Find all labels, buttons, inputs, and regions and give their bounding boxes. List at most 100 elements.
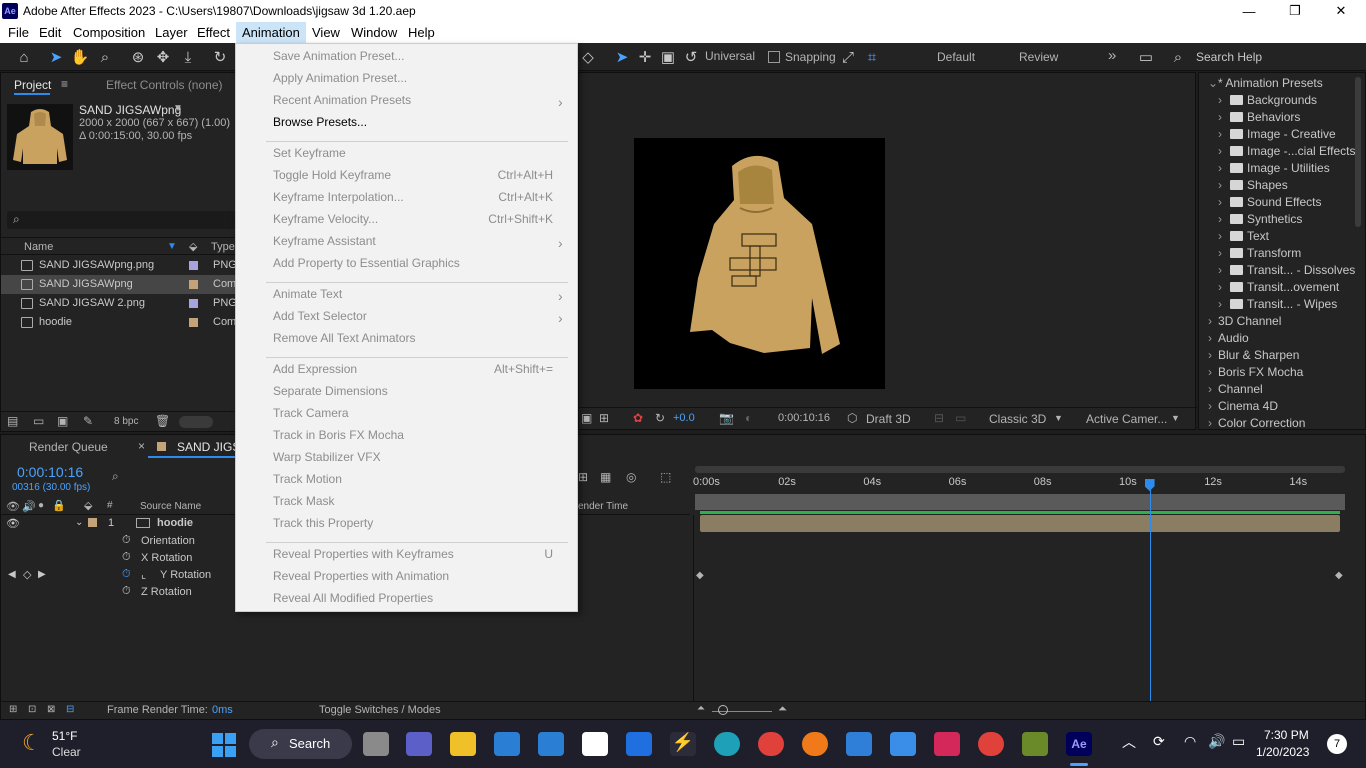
paint-icon[interactable]	[890, 732, 916, 756]
menu-item-remove-all-text-animators[interactable]: Remove All Text Animators	[273, 331, 416, 345]
workspace-review[interactable]: Review	[1019, 50, 1058, 64]
tab-render-queue[interactable]: Render Queue	[29, 440, 108, 454]
draft-3d-label[interactable]: Draft 3D	[866, 412, 911, 426]
tree-folder-item[interactable]: › Transit... - Wipes	[1218, 297, 1337, 314]
dropbox-icon[interactable]	[626, 732, 652, 756]
sort-icon[interactable]: ▼	[167, 241, 177, 252]
menu-item-set-keyframe[interactable]: Set Keyframe	[273, 146, 346, 160]
weather-temp[interactable]: 51°F	[52, 729, 77, 743]
menu-item-track-camera[interactable]: Track Camera	[273, 406, 349, 420]
menu-item-toggle-hold-keyframe[interactable]: Toggle Hold Keyframe	[273, 168, 391, 182]
tree-folder-item[interactable]: › Image - Creative	[1218, 127, 1336, 144]
viewer-timecode[interactable]: 0:00:10:16	[778, 412, 830, 424]
project-item-selected[interactable]: SAND JIGSAWpng Com	[1, 275, 236, 294]
exposure-value[interactable]: +0.0	[673, 412, 695, 424]
motion-blur-icon[interactable]: ◎	[626, 470, 636, 484]
tree-folder-item[interactable]: › Text	[1218, 229, 1269, 246]
minimize-button[interactable]: —	[1226, 0, 1272, 22]
chevron-right-icon[interactable]: ›	[1208, 314, 1218, 328]
more-workspaces-icon[interactable]: »	[1108, 47, 1116, 64]
menu-item-track-mask[interactable]: Track Mask	[273, 494, 335, 508]
reset-exposure-icon[interactable]: ↻	[655, 411, 665, 425]
chevron-right-icon[interactable]: ›	[1208, 331, 1218, 345]
menu-help[interactable]: Help	[408, 25, 435, 40]
zoom-tool-icon[interactable]: ⌕	[95, 47, 115, 67]
chevron-right-icon[interactable]: ›	[1208, 382, 1218, 396]
chevron-right-icon[interactable]: ›	[1218, 246, 1228, 260]
app-icon[interactable]	[1022, 732, 1048, 756]
store-icon[interactable]	[538, 732, 564, 756]
comp-flowchart-icon[interactable]: ⊞	[9, 704, 17, 715]
menu-item-keyframe-velocity[interactable]: Keyframe Velocity...	[273, 212, 378, 226]
lock-icon[interactable]: 🔒	[52, 499, 66, 512]
menu-item-browse-presets[interactable]: Browse Presets...	[273, 115, 367, 129]
project-search-input[interactable]: ⌕	[7, 211, 235, 229]
tree-folder-item[interactable]: › Transit...ovement	[1218, 280, 1339, 297]
weather-moon-icon[interactable]: ☾	[22, 730, 42, 756]
project-item[interactable]: SAND JIGSAW 2.png PNG	[1, 294, 237, 313]
chevron-right-icon[interactable]: ›	[1218, 297, 1228, 311]
label-color[interactable]	[189, 318, 198, 327]
chrome-profile-icon[interactable]	[978, 732, 1004, 756]
track-area[interactable]	[693, 515, 1343, 701]
tree-category-item[interactable]: › 3D Channel	[1208, 314, 1281, 331]
menu-item-track-motion[interactable]: Track Motion	[273, 472, 342, 486]
chevron-right-icon[interactable]: ›	[1208, 348, 1218, 362]
menu-effect[interactable]: Effect	[197, 25, 230, 40]
chevron-right-icon[interactable]: ›	[1218, 178, 1228, 192]
clock-date[interactable]: 1/20/2023	[1256, 745, 1309, 759]
zoom-slider-handle[interactable]	[718, 705, 728, 715]
chevron-right-icon[interactable]: ›	[1218, 195, 1228, 209]
windows-start-icon[interactable]	[212, 733, 236, 757]
work-area-bar[interactable]	[695, 494, 1345, 510]
trash-icon[interactable]: 🗑	[155, 414, 170, 428]
menu-item-recent-animation-presets[interactable]: Recent Animation Presets	[273, 93, 411, 107]
chevron-right-icon[interactable]: ›	[1218, 161, 1228, 175]
in-out-icon[interactable]: ⊟	[66, 704, 74, 715]
tree-category-item[interactable]: › Color Correction	[1208, 416, 1305, 433]
layer-switches-icon[interactable]: ⊡	[28, 704, 36, 715]
snap-edges-icon[interactable]: ⤢	[838, 47, 858, 67]
snapshot-icon[interactable]: 📷	[719, 411, 734, 425]
home-icon[interactable]: ⌂	[14, 47, 34, 67]
menu-item-reveal-properties-with-keyframes[interactable]: Reveal Properties with Keyframes	[273, 547, 454, 561]
frame-blending-icon[interactable]: ▦	[600, 470, 611, 484]
chevron-right-icon[interactable]: ›	[1218, 280, 1228, 294]
show-snapshot-icon[interactable]: ◐	[745, 411, 752, 425]
tree-folder-item[interactable]: › Transform	[1218, 246, 1301, 263]
tree-category-item[interactable]: › Audio	[1208, 331, 1249, 348]
label-color[interactable]	[189, 261, 198, 270]
maximize-button[interactable]: ❐	[1272, 0, 1318, 22]
thumbnail-slider[interactable]	[179, 416, 213, 428]
tree-category-item[interactable]: › Boris FX Mocha	[1208, 365, 1303, 382]
layer-search-icon[interactable]: ⌕	[112, 469, 119, 484]
transfer-controls-icon[interactable]: ⊠	[47, 704, 55, 715]
playhead-line[interactable]	[1149, 490, 1151, 701]
new-composition-icon[interactable]: ▣	[57, 414, 68, 428]
chevron-right-icon[interactable]: ›	[1218, 127, 1228, 141]
chrome-icon[interactable]	[758, 732, 784, 756]
menu-item-keyframe-interpolation[interactable]: Keyframe Interpolation...	[273, 190, 404, 204]
close-tab-icon[interactable]: ×	[138, 439, 145, 453]
keyframe-start[interactable]: ◆	[696, 570, 704, 581]
new-folder-icon[interactable]: ▭	[33, 414, 44, 428]
draft-3d-timeline-icon[interactable]: ⊞	[578, 470, 588, 484]
region-of-interest-icon[interactable]: ▣	[581, 411, 592, 425]
layer-name[interactable]: hoodie	[157, 517, 193, 529]
tree-folder-item[interactable]: › Behaviors	[1218, 110, 1300, 127]
keyframe-end[interactable]: ◆	[1335, 570, 1343, 581]
renderer-dropdown[interactable]: Classic 3D	[989, 412, 1046, 426]
menu-file[interactable]: File	[8, 25, 29, 40]
menu-window[interactable]: Window	[351, 25, 397, 40]
visibility-icon[interactable]: 👁	[6, 517, 20, 530]
tab-project[interactable]: Project	[14, 78, 51, 92]
interpret-footage-icon[interactable]: ▤	[7, 414, 18, 428]
tree-category-item[interactable]: › Cinema 4D	[1208, 399, 1278, 416]
menu-item-animate-text[interactable]: Animate Text	[273, 287, 342, 301]
adjust-icon[interactable]: ✎	[83, 414, 93, 428]
stopwatch-icon[interactable]: ⏱	[122, 534, 131, 547]
add-keyframe-icon[interactable]: ◇	[23, 568, 31, 581]
wifi-icon[interactable]: ◠	[1184, 733, 1196, 750]
time-navigator[interactable]	[695, 466, 1345, 473]
zoom-out-icon[interactable]: ⏶	[697, 703, 705, 714]
